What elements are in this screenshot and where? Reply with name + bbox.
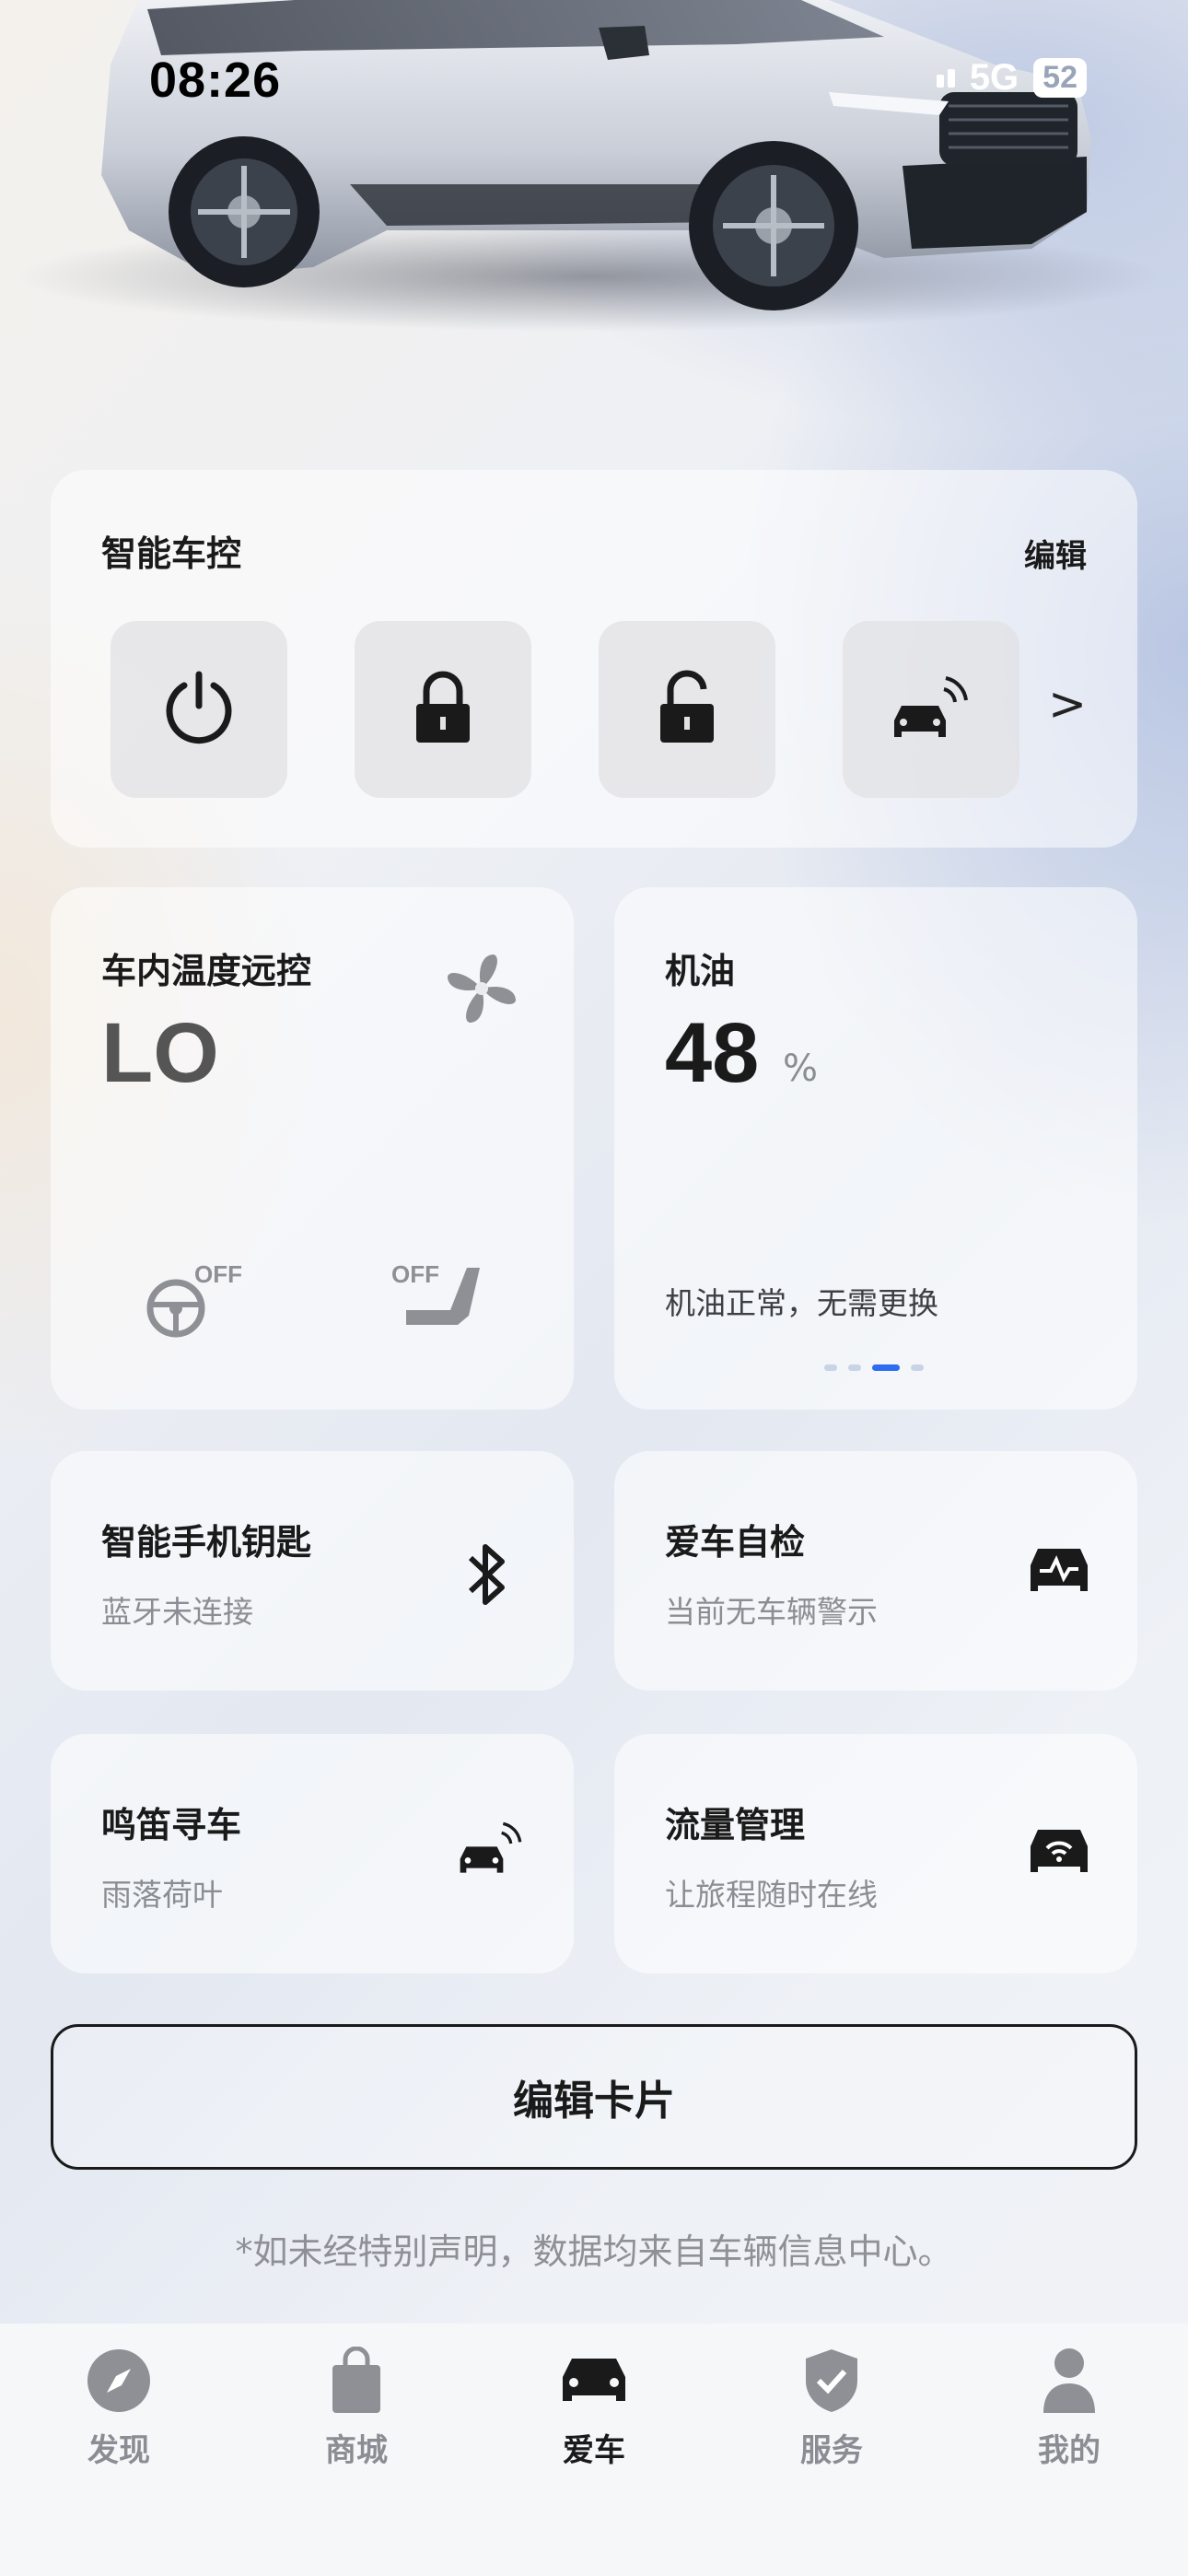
more-controls-arrow[interactable]: > <box>1048 677 1087 731</box>
fan-icon[interactable] <box>440 947 523 1034</box>
oil-value: 48 <box>665 1006 760 1100</box>
heated-steering-button[interactable]: OFF <box>143 1260 244 1347</box>
phone-key-card[interactable]: 智能手机钥匙 蓝牙未连接 <box>51 1451 574 1691</box>
edit-cards-button[interactable]: 编辑卡片 <box>51 2024 1137 2170</box>
edit-controls-link[interactable]: 编辑 <box>1024 531 1087 576</box>
car-icon <box>559 2344 629 2418</box>
temperature-title: 车内温度远控 <box>101 951 312 991</box>
oil-status: 机油正常，无需更换 <box>665 1285 938 1321</box>
honk-find-button[interactable] <box>843 621 1019 798</box>
network-type: 5G <box>969 57 1019 98</box>
lock-button[interactable] <box>355 621 531 798</box>
phone-key-subtitle: 蓝牙未连接 <box>101 1594 253 1630</box>
tab-label: 发现 <box>87 2432 150 2469</box>
self-check-title: 爱车自检 <box>665 1522 806 1563</box>
signal-icon <box>936 68 955 88</box>
honk-find-title: 鸣笛寻车 <box>101 1805 242 1845</box>
data-management-subtitle: 让旅程随时在线 <box>665 1877 878 1913</box>
data-management-card[interactable]: 流量管理 让旅程随时在线 <box>614 1734 1137 1973</box>
tab-me[interactable]: 我的 <box>950 2324 1188 2576</box>
self-check-subtitle: 当前无车辆警示 <box>665 1594 878 1630</box>
phone-key-title: 智能手机钥匙 <box>101 1522 312 1563</box>
oil-title: 机油 <box>665 951 736 991</box>
compass-icon <box>87 2344 151 2418</box>
battery-level: 52 <box>1033 58 1087 98</box>
temperature-remote-card[interactable]: 车内温度远控 LO OFF OFF <box>51 887 574 1410</box>
tab-label: 服务 <box>800 2432 863 2469</box>
tab-my-car[interactable]: 爱车 <box>475 2324 713 2576</box>
status-indicators: 5G 52 <box>936 57 1087 99</box>
car-diagnostic-icon <box>1027 1543 1091 1602</box>
page-dot <box>848 1364 861 1371</box>
data-management-title: 流量管理 <box>665 1805 806 1845</box>
page-dot-active <box>872 1364 900 1371</box>
shopping-bag-icon <box>329 2344 384 2418</box>
page-dot <box>911 1364 924 1371</box>
car-wifi-icon <box>1027 1824 1091 1883</box>
tab-mall[interactable]: 商城 <box>238 2324 475 2576</box>
tab-label: 我的 <box>1038 2432 1101 2469</box>
car-signal-icon <box>454 1815 528 1885</box>
oil-card[interactable]: 机油 48 % 机油正常，无需更换 <box>614 887 1137 1410</box>
self-check-card[interactable]: 爱车自检 当前无车辆警示 <box>614 1451 1137 1691</box>
smart-control-title: 智能车控 <box>101 533 242 574</box>
data-disclaimer: *如未经特别声明，数据均来自车辆信息中心。 <box>235 2231 953 2272</box>
lock-icon <box>411 669 475 750</box>
page-dot <box>824 1364 837 1371</box>
power-button[interactable] <box>111 621 287 798</box>
tab-label: 爱车 <box>563 2432 625 2469</box>
tab-service[interactable]: 服务 <box>713 2324 950 2576</box>
shield-check-icon <box>804 2344 859 2418</box>
person-icon <box>1042 2344 1097 2418</box>
oil-unit: % <box>783 1048 819 1090</box>
car-signal-icon <box>887 669 975 750</box>
honk-find-card[interactable]: 鸣笛寻车 雨落荷叶 <box>51 1734 574 1973</box>
seat-heat-state: OFF <box>391 1260 439 1288</box>
tab-discover[interactable]: 发现 <box>0 2324 238 2576</box>
power-icon <box>160 669 238 750</box>
bottom-tab-bar: 发现 商城 爱车 服务 我的 <box>0 2324 1188 2576</box>
temperature-value: LO <box>101 1006 219 1100</box>
tab-label: 商城 <box>325 2432 388 2469</box>
page-indicator[interactable] <box>824 1364 924 1371</box>
unlock-button[interactable] <box>599 621 775 798</box>
heated-seat-button[interactable]: OFF <box>391 1260 493 1347</box>
smart-control-card: 智能车控 编辑 > <box>51 470 1137 848</box>
steering-heat-state: OFF <box>194 1260 242 1288</box>
unlock-icon <box>655 669 719 750</box>
honk-find-subtitle: 雨落荷叶 <box>101 1877 223 1913</box>
bluetooth-icon <box>465 1540 511 1613</box>
status-time: 08:26 <box>149 53 282 108</box>
